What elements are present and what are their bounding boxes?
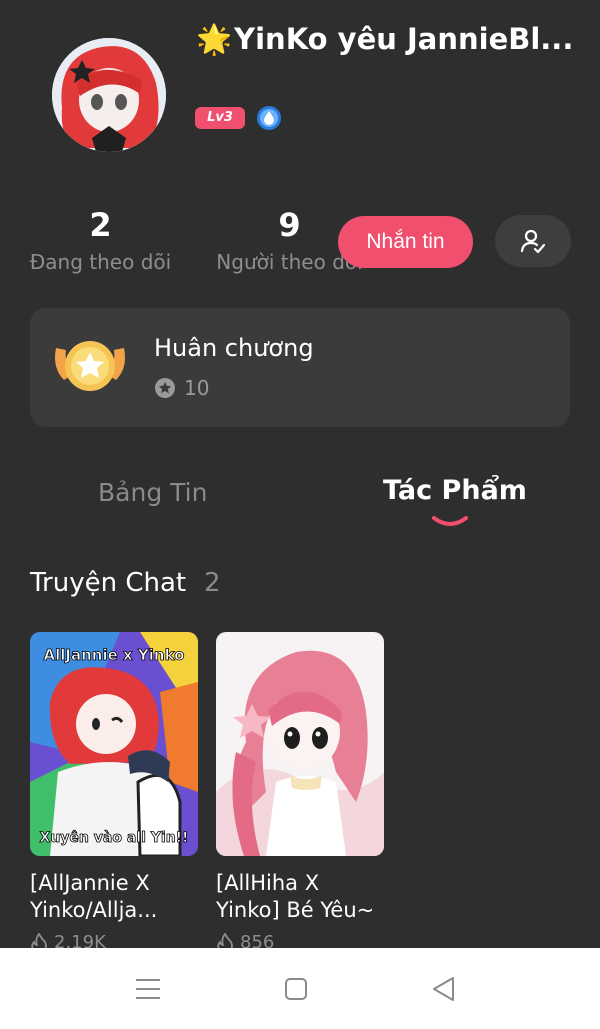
username: 🌟YinKo yêu JannieBl... <box>196 22 576 57</box>
cover-text-bottom: Xuyên vào all Yin!! <box>40 830 189 846</box>
story-card[interactable]: [AllHiha X Yinko] Bé Yêu~ 856 <box>216 632 384 948</box>
home-icon[interactable] <box>279 972 313 1006</box>
follow-button[interactable] <box>495 215 571 267</box>
fire-icon <box>217 932 233 948</box>
section-count: 2 <box>204 568 221 598</box>
story-views: 2.19K <box>54 932 106 948</box>
fire-icon <box>31 932 47 948</box>
medal-count-row: 10 <box>154 376 209 400</box>
story-cover-image: AllJannie x Yinko Xuyên vào all Yin!! <box>30 632 198 856</box>
system-nav-bar <box>0 948 600 1029</box>
medal-icon <box>55 341 125 391</box>
stat-following[interactable]: 2 Đang theo dõi <box>28 206 173 274</box>
story-cover[interactable]: AllJannie x Yinko Xuyên vào all Yin!! <box>30 632 198 856</box>
avatar-image <box>52 38 166 152</box>
username-text: YinKo yêu JannieBl... <box>234 22 574 56</box>
story-card[interactable]: AllJannie x Yinko Xuyên vào all Yin!! [A… <box>30 632 198 948</box>
section-title: Truyện Chat <box>30 568 187 598</box>
message-button[interactable]: Nhắn tin <box>338 216 473 268</box>
shield-drop-icon <box>257 106 281 130</box>
profile-screen: 🌟YinKo yêu JannieBl... Lv3 2 Đang theo d… <box>0 0 600 948</box>
medal-count-icon <box>155 378 175 398</box>
tab-feed[interactable]: Bảng Tin <box>98 478 207 507</box>
story-cover[interactable] <box>216 632 384 856</box>
medal-title: Huân chương <box>154 334 314 362</box>
story-stats: 856 <box>216 932 384 948</box>
story-title: [AllHiha X Yinko] Bé Yêu~ <box>216 871 375 922</box>
story-stats: 2.19K <box>30 932 198 948</box>
tab-works[interactable]: Tác Phẩm <box>383 475 527 506</box>
medal-card[interactable]: Huân chương 10 <box>30 308 570 427</box>
following-label: Đang theo dõi <box>29 250 172 274</box>
back-icon[interactable] <box>427 972 461 1006</box>
cover-text-top: AllJannie x Yinko <box>44 646 185 664</box>
tab-active-indicator <box>432 516 468 526</box>
avatar[interactable] <box>52 38 166 152</box>
star-emoji: 🌟 <box>196 22 233 56</box>
level-badge: Lv3 <box>195 107 245 129</box>
story-title: [AllJannie X Yinko/Allja... <box>30 871 158 922</box>
story-cover-image <box>216 632 384 856</box>
story-views: 856 <box>240 932 275 948</box>
menu-icon[interactable] <box>131 972 165 1006</box>
medal-count: 10 <box>184 376 210 400</box>
user-check-icon <box>520 229 546 254</box>
following-count: 2 <box>89 206 112 244</box>
